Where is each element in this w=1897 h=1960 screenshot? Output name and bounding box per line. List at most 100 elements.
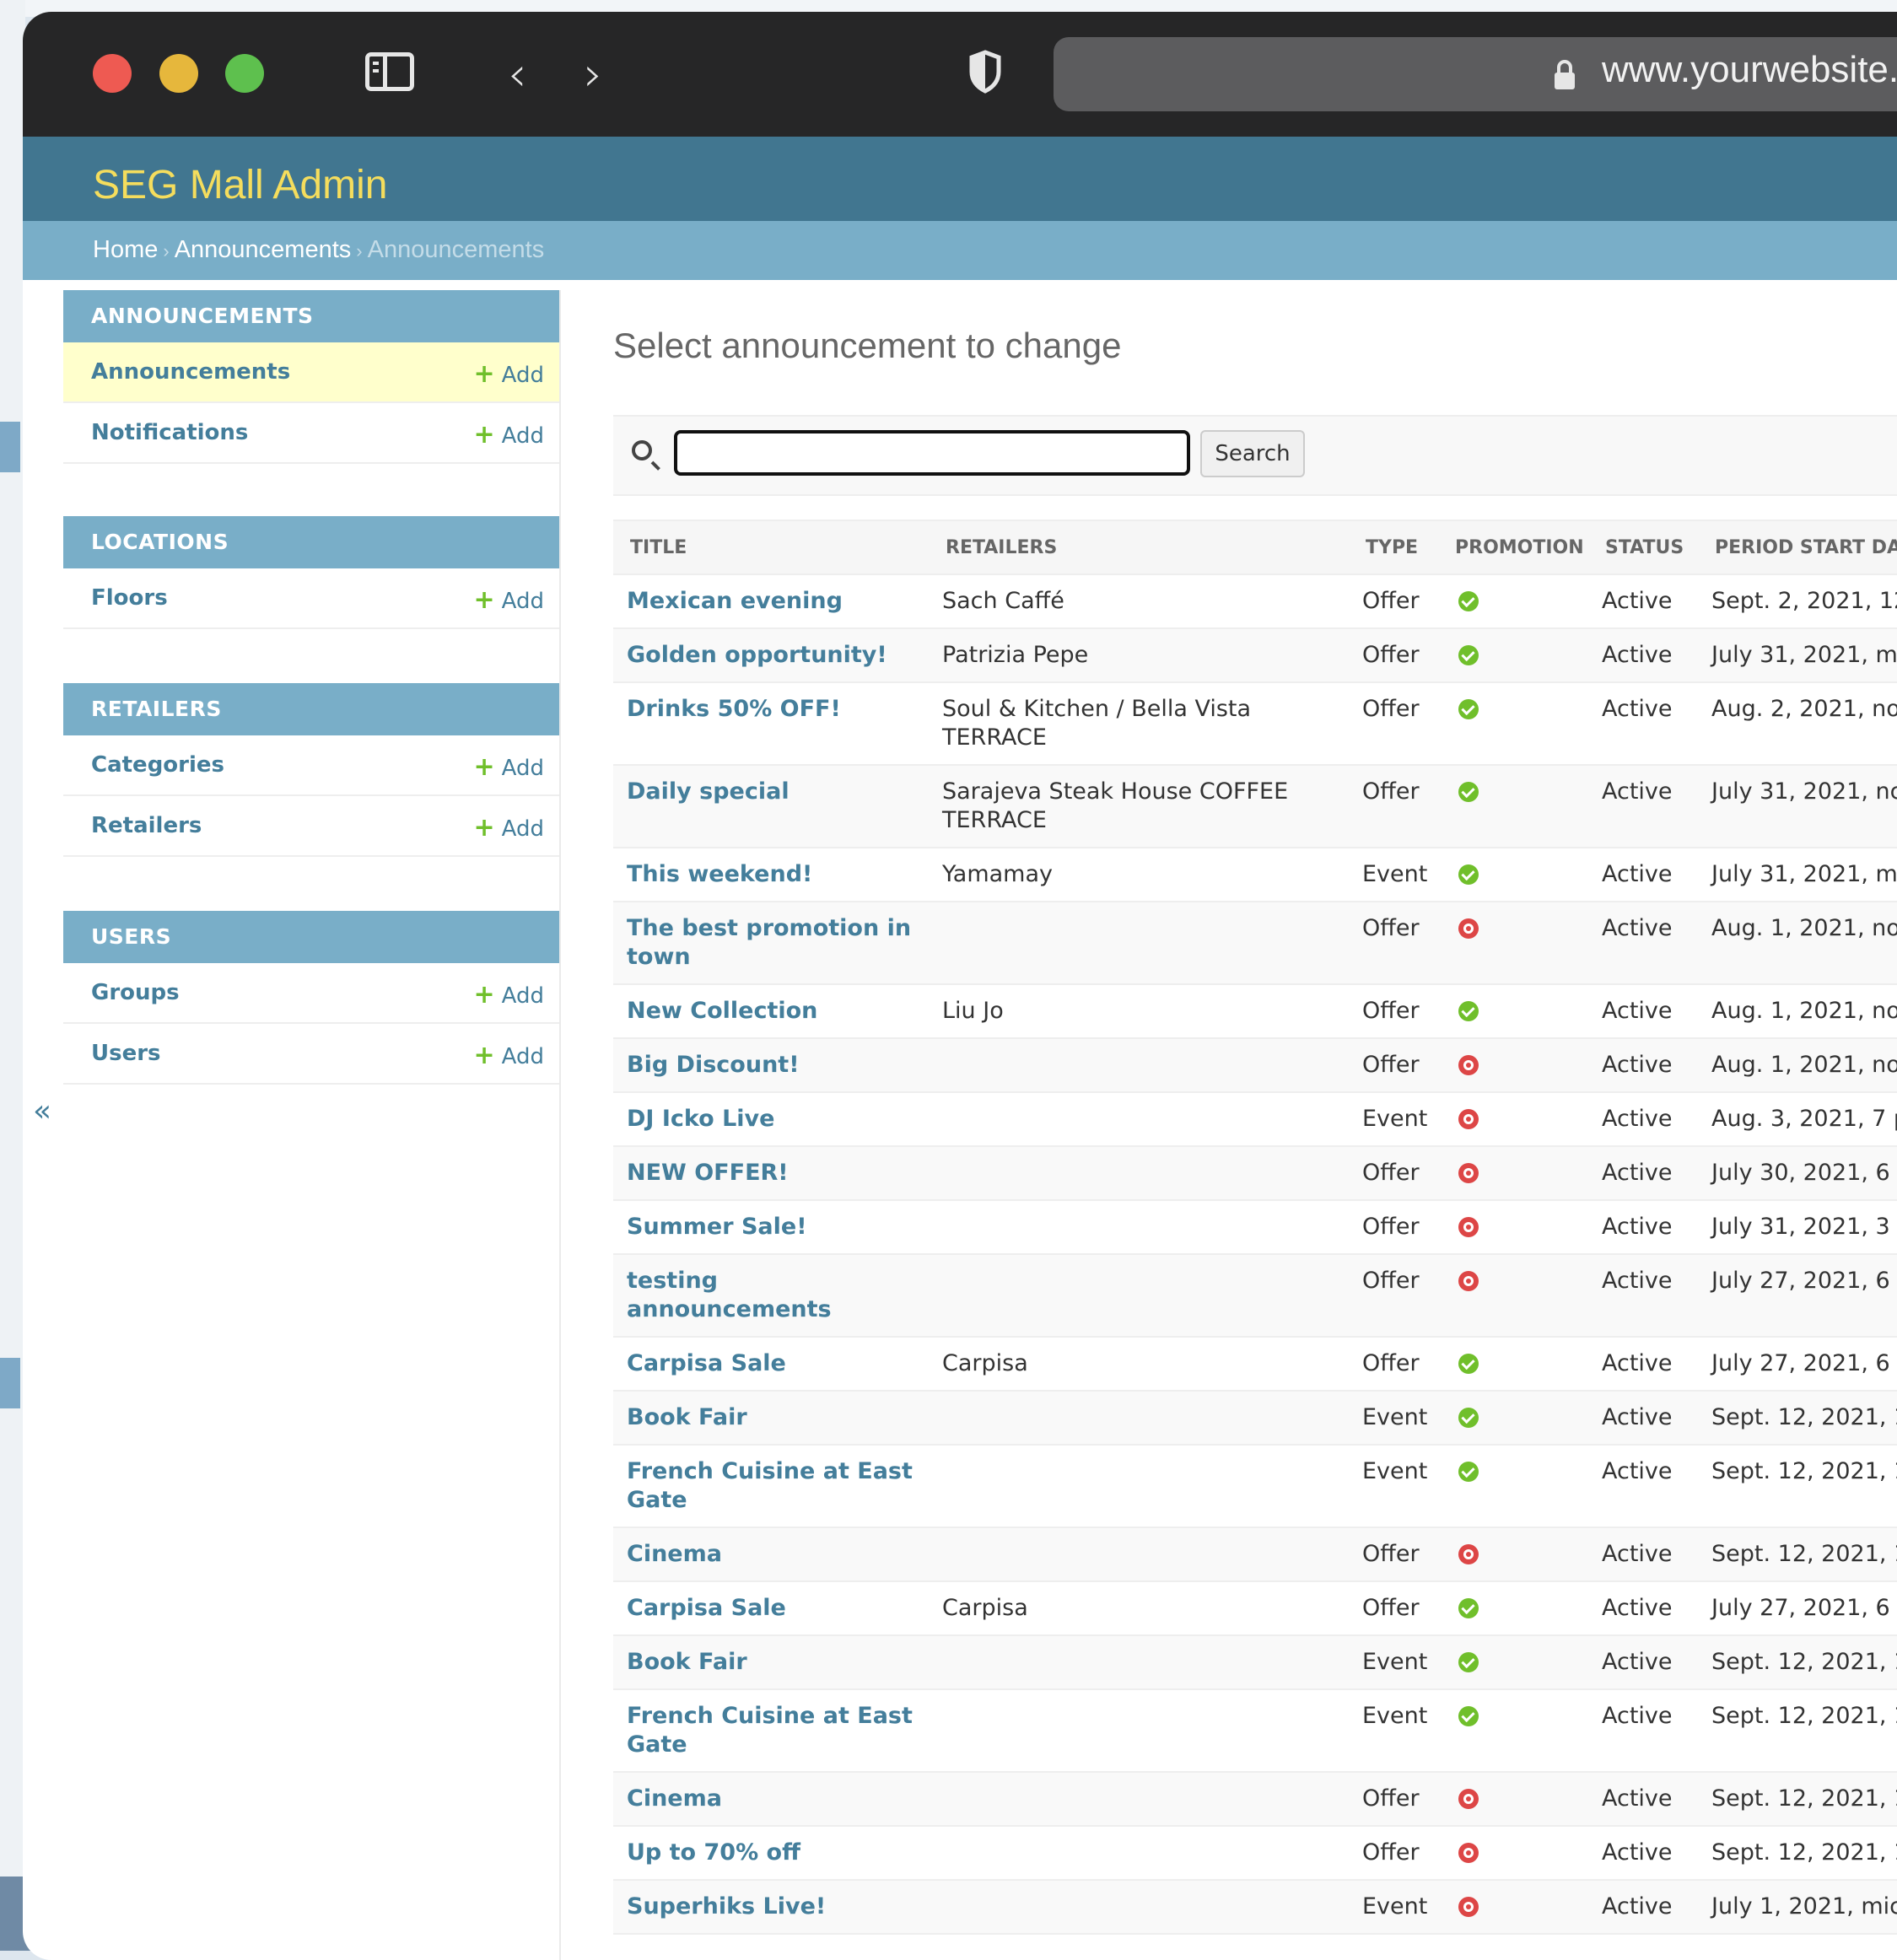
- sidebar-item-floors[interactable]: Floors + Add: [63, 568, 559, 629]
- cell-type: Event: [1349, 1689, 1438, 1773]
- column-header-promotion[interactable]: PROMOTION: [1438, 520, 1588, 575]
- cell-type: Offer: [1349, 1772, 1438, 1827]
- column-header-period-start[interactable]: PERIOD START DA: [1698, 520, 1897, 575]
- cell-period-start: Sept. 12, 2021, 1: [1698, 1527, 1897, 1582]
- add-notification-link[interactable]: + Add: [474, 420, 544, 450]
- no-icon: [1458, 918, 1479, 939]
- cell-status: Active: [1588, 1200, 1698, 1255]
- back-icon[interactable]: ‹: [508, 51, 526, 99]
- yes-icon: [1458, 1706, 1479, 1726]
- announcement-link[interactable]: DJ Icko Live: [627, 1106, 774, 1132]
- add-floor-link[interactable]: + Add: [474, 585, 544, 615]
- sidebar-item-notifications[interactable]: Notifications + Add: [63, 403, 559, 464]
- cell-retailers: [929, 1391, 1349, 1446]
- sidebar-item-announcements[interactable]: Announcements + Add: [63, 342, 559, 403]
- cell-type: Offer: [1349, 902, 1438, 985]
- announcement-link[interactable]: Golden opportunity!: [627, 642, 887, 668]
- module-caption[interactable]: LOCATIONS: [63, 516, 559, 568]
- announcement-link[interactable]: Cinema: [627, 1785, 722, 1812]
- sidebar-item-label[interactable]: Retailers: [91, 813, 202, 838]
- announcement-link[interactable]: The best promotion in town: [627, 915, 911, 970]
- sidebar-item-label[interactable]: Users: [91, 1041, 161, 1066]
- module-caption[interactable]: RETAILERS: [63, 683, 559, 735]
- announcement-link[interactable]: Daily special: [627, 778, 790, 805]
- sidebar-item-users[interactable]: Users + Add: [63, 1024, 559, 1085]
- cell-promotion: [1438, 1337, 1588, 1392]
- cell-retailers: [929, 1880, 1349, 1935]
- site-brand[interactable]: SEG Mall Admin: [93, 162, 387, 208]
- sidebar-item-groups[interactable]: Groups + Add: [63, 963, 559, 1024]
- announcement-link[interactable]: New Collection: [627, 998, 817, 1024]
- search-input[interactable]: [674, 430, 1190, 476]
- address-bar[interactable]: www.yourwebsite.c: [1054, 37, 1897, 111]
- cell-period-start: July 1, 2021, mic: [1698, 1880, 1897, 1935]
- forward-icon[interactable]: ›: [584, 51, 602, 99]
- announcement-link[interactable]: This weekend!: [627, 861, 812, 887]
- cell-title: DJ Icko Live: [613, 1092, 929, 1147]
- announcement-link[interactable]: Big Discount!: [627, 1052, 800, 1078]
- column-header-status[interactable]: STATUS: [1588, 520, 1698, 575]
- minimize-window-button[interactable]: [159, 54, 198, 93]
- close-window-button[interactable]: [93, 54, 132, 93]
- collapse-sidebar-button[interactable]: «: [33, 1094, 51, 1128]
- module-caption[interactable]: ANNOUNCEMENTS: [63, 290, 559, 342]
- column-header-retailers[interactable]: RETAILERS: [929, 520, 1349, 575]
- sidebar-item-retailers[interactable]: Retailers + Add: [63, 796, 559, 857]
- sidebar-toggle-icon[interactable]: [365, 52, 414, 91]
- announcement-link[interactable]: Carpisa Sale: [627, 1350, 786, 1376]
- module-locations: LOCATIONS Floors + Add: [63, 516, 559, 629]
- cell-status: Active: [1588, 682, 1698, 766]
- sidebar-item-label[interactable]: Announcements: [91, 359, 290, 385]
- sidebar-item-label[interactable]: Groups: [91, 980, 180, 1005]
- cell-promotion: [1438, 682, 1588, 766]
- privacy-shield-icon[interactable]: [967, 50, 1003, 94]
- maximize-window-button[interactable]: [225, 54, 264, 93]
- announcement-link[interactable]: French Cuisine at East Gate: [627, 1703, 913, 1758]
- add-group-link[interactable]: + Add: [474, 980, 544, 1010]
- announcement-link[interactable]: testing announcements: [627, 1268, 832, 1322]
- no-icon: [1458, 1544, 1479, 1564]
- cell-promotion: [1438, 765, 1588, 848]
- cell-title: Big Discount!: [613, 1038, 929, 1093]
- cell-status: Active: [1588, 1254, 1698, 1338]
- yes-icon: [1458, 864, 1479, 885]
- cell-retailers: [929, 1092, 1349, 1147]
- announcement-link[interactable]: French Cuisine at East Gate: [627, 1458, 913, 1513]
- announcement-link[interactable]: Summer Sale!: [627, 1214, 807, 1240]
- no-icon: [1458, 1163, 1479, 1183]
- announcement-link[interactable]: Carpisa Sale: [627, 1595, 786, 1621]
- cell-retailers: Patrizia Pepe: [929, 628, 1349, 683]
- column-header-type[interactable]: TYPE: [1349, 520, 1438, 575]
- announcement-link[interactable]: Superhiks Live!: [627, 1893, 826, 1920]
- search-button[interactable]: Search: [1200, 430, 1305, 477]
- module-caption[interactable]: USERS: [63, 911, 559, 963]
- cell-status: Active: [1588, 765, 1698, 848]
- sidebar-item-categories[interactable]: Categories + Add: [63, 735, 559, 796]
- cell-status: Active: [1588, 1527, 1698, 1582]
- cell-title: Carpisa Sale: [613, 1337, 929, 1392]
- sidebar-item-label[interactable]: Floors: [91, 585, 168, 611]
- breadcrumb-home[interactable]: Home: [93, 236, 158, 263]
- announcement-link[interactable]: Mexican evening: [627, 588, 843, 614]
- announcement-link[interactable]: Book Fair: [627, 1404, 747, 1430]
- add-category-link[interactable]: + Add: [474, 752, 544, 782]
- add-user-link[interactable]: + Add: [474, 1041, 544, 1070]
- breadcrumb-app[interactable]: Announcements: [175, 236, 352, 263]
- cell-type: Offer: [1349, 1826, 1438, 1881]
- column-header-title[interactable]: TITLE: [613, 520, 929, 575]
- cell-type: Event: [1349, 1445, 1438, 1528]
- cell-status: Active: [1588, 984, 1698, 1039]
- cell-title: Cinema: [613, 1772, 929, 1827]
- add-announcement-link[interactable]: + Add: [474, 359, 544, 389]
- announcement-link[interactable]: Drinks 50% OFF!: [627, 696, 841, 722]
- announcement-link[interactable]: Up to 70% off: [627, 1839, 800, 1866]
- table-row: French Cuisine at East Gate Event Active Se…: [613, 1689, 1897, 1773]
- sidebar-item-label[interactable]: Notifications: [91, 420, 248, 445]
- announcement-link[interactable]: Book Fair: [627, 1649, 747, 1675]
- cell-status: Active: [1588, 848, 1698, 902]
- add-retailer-link[interactable]: + Add: [474, 813, 544, 843]
- announcement-link[interactable]: NEW OFFER!: [627, 1160, 789, 1186]
- sidebar-item-label[interactable]: Categories: [91, 752, 224, 778]
- background-window-edge: [0, 0, 25, 1951]
- announcement-link[interactable]: Cinema: [627, 1541, 722, 1567]
